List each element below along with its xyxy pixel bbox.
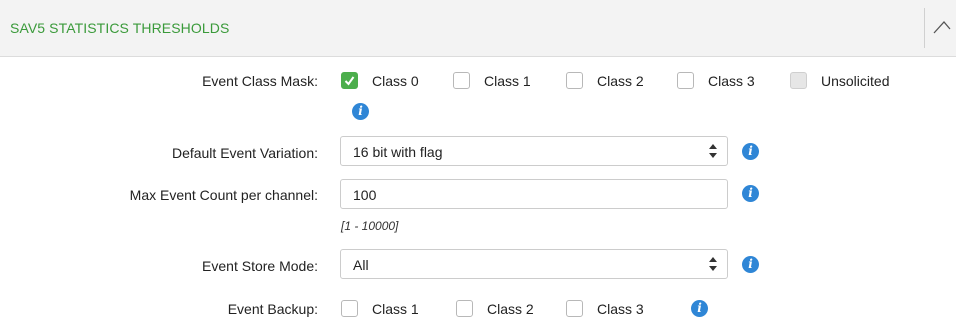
max-event-count-value: 100 (353, 187, 377, 203)
panel-header: SAV5 STATISTICS THRESHOLDS (0, 0, 956, 57)
checkbox-backup-class-3-label: Class 3 (597, 301, 644, 317)
checkbox-class-0[interactable] (341, 72, 358, 89)
check-icon (344, 76, 355, 86)
default-event-variation-value: 16 bit with flag (353, 144, 443, 160)
checkbox-unsolicited-label: Unsolicited (821, 73, 890, 89)
checkbox-class-3-label: Class 3 (708, 73, 755, 89)
info-icon[interactable]: i (691, 300, 708, 317)
panel-title: SAV5 STATISTICS THRESHOLDS (10, 20, 230, 36)
sort-arrows-icon (709, 257, 717, 271)
event-backup-label: Event Backup: (227, 301, 318, 317)
max-event-count-input[interactable]: 100 (340, 179, 728, 209)
max-event-count-range-hint: [1 - 10000] (341, 219, 399, 233)
event-store-mode-value: All (353, 257, 369, 273)
checkbox-backup-class-2[interactable] (456, 300, 473, 317)
checkbox-backup-class-1[interactable] (341, 300, 358, 317)
info-icon[interactable]: i (352, 103, 369, 120)
max-event-count-label: Max Event Count per channel: (129, 187, 318, 203)
info-icon[interactable]: i (742, 256, 759, 273)
event-store-mode-select[interactable]: All (340, 249, 728, 279)
info-icon[interactable]: i (742, 143, 759, 160)
checkbox-class-2-label: Class 2 (597, 73, 644, 89)
checkbox-class-2[interactable] (566, 72, 583, 89)
default-event-variation-select[interactable]: 16 bit with flag (340, 136, 728, 166)
event-store-mode-label: Event Store Mode: (202, 258, 318, 274)
sort-arrows-icon (709, 144, 717, 158)
collapse-button[interactable] (924, 8, 956, 48)
checkbox-class-3[interactable] (677, 72, 694, 89)
chevron-up-icon (933, 21, 951, 34)
checkbox-unsolicited[interactable] (790, 72, 807, 89)
checkbox-class-1-label: Class 1 (484, 73, 531, 89)
event-class-mask-label: Event Class Mask: (202, 73, 318, 89)
checkbox-class-1[interactable] (453, 72, 470, 89)
checkbox-backup-class-3[interactable] (566, 300, 583, 317)
checkbox-backup-class-1-label: Class 1 (372, 301, 419, 317)
info-icon[interactable]: i (742, 185, 759, 202)
default-event-variation-label: Default Event Variation: (171, 145, 318, 161)
checkbox-class-0-label: Class 0 (372, 73, 419, 89)
checkbox-backup-class-2-label: Class 2 (487, 301, 534, 317)
